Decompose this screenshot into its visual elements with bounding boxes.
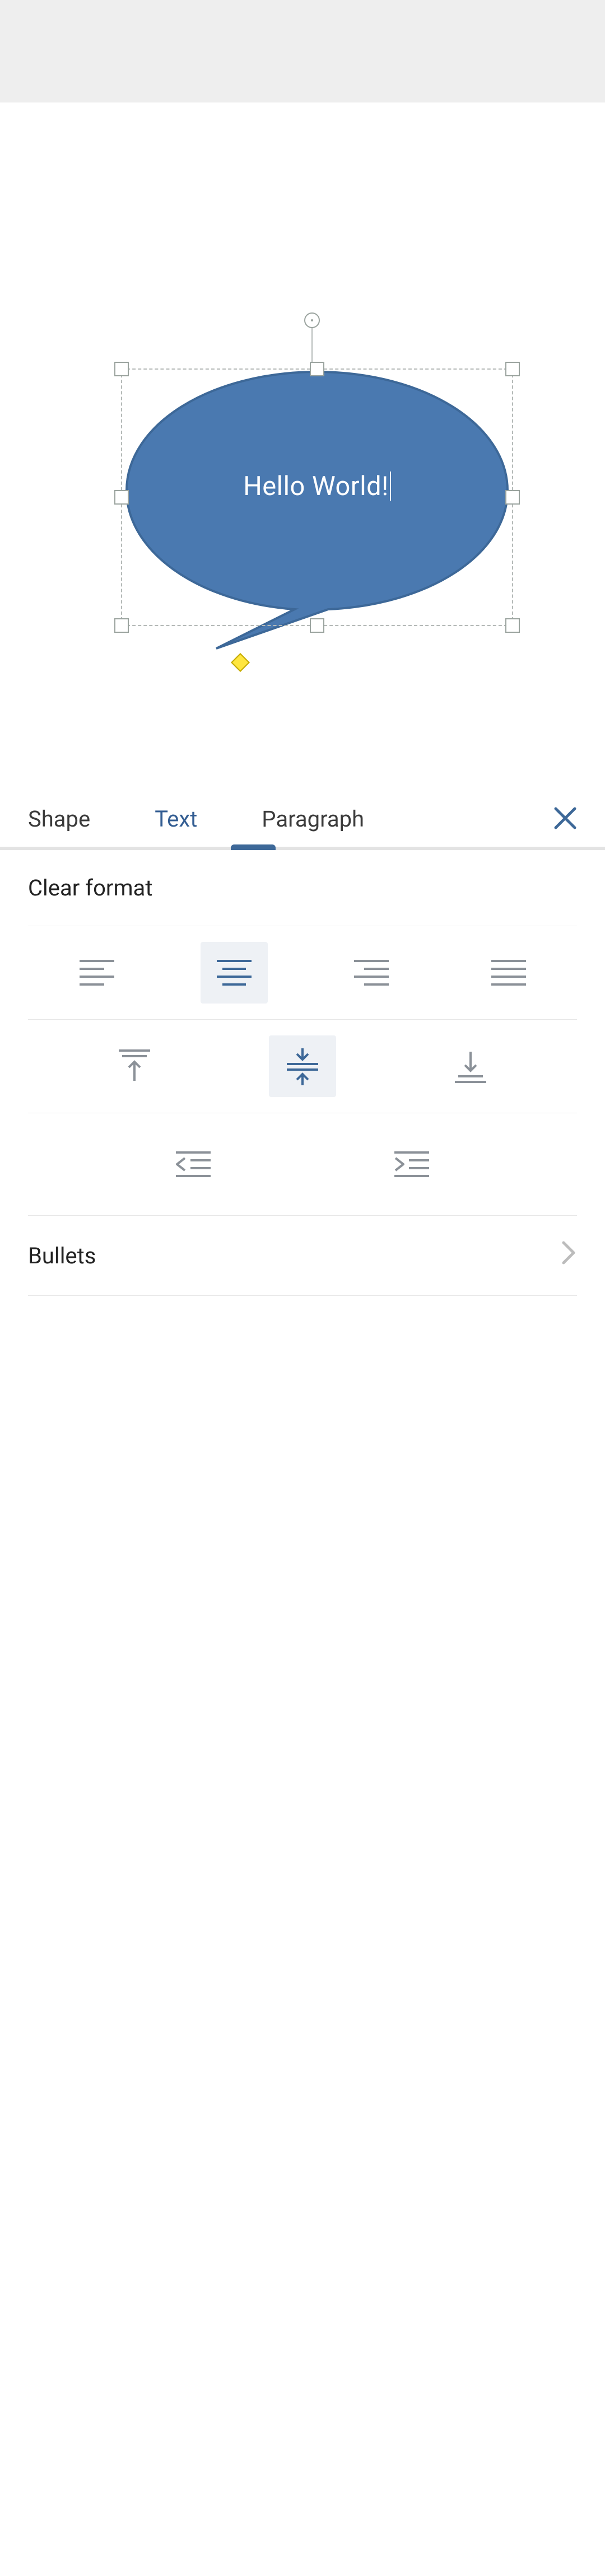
decrease-indent-icon: [176, 1150, 211, 1178]
align-justify-button[interactable]: [475, 942, 542, 1004]
valign-bottom-icon: [455, 1048, 486, 1084]
align-left-button[interactable]: [63, 942, 131, 1004]
chevron-right-icon: [561, 1240, 577, 1271]
resize-handle-middle-left[interactable]: [114, 490, 129, 505]
clear-format-button[interactable]: Clear format: [28, 850, 577, 926]
tab-paragraph[interactable]: Paragraph: [262, 806, 364, 832]
bullets-label: Bullets: [28, 1243, 96, 1269]
align-justify-icon: [491, 959, 526, 987]
bullets-button[interactable]: Bullets: [28, 1216, 577, 1296]
align-center-icon: [217, 959, 252, 987]
rotation-connector: [311, 328, 313, 366]
resize-handle-top-left[interactable]: [114, 362, 129, 376]
valign-bottom-button[interactable]: [437, 1035, 504, 1097]
rotation-handle[interactable]: [304, 312, 320, 328]
resize-handle-bottom-left[interactable]: [114, 618, 129, 633]
decrease-indent-button[interactable]: [160, 1133, 227, 1195]
align-right-button[interactable]: [338, 942, 405, 1004]
editor-canvas[interactable]: Hello World!: [0, 102, 605, 791]
align-center-button[interactable]: [201, 942, 268, 1004]
top-bar: [0, 0, 605, 102]
align-right-icon: [354, 959, 389, 987]
bottom-fill: [0, 1296, 605, 2576]
resize-handle-middle-right[interactable]: [505, 490, 520, 505]
increase-indent-icon: [394, 1150, 429, 1178]
rotation-handle-icon: [304, 312, 320, 328]
resize-handle-bottom-right[interactable]: [505, 618, 520, 633]
valign-top-icon: [119, 1048, 150, 1084]
align-left-icon: [80, 959, 114, 987]
horizontal-align-row: [28, 926, 577, 1020]
resize-handle-top-right[interactable]: [505, 362, 520, 376]
tab-shape[interactable]: Shape: [28, 806, 90, 832]
text-format-panel: Clear format: [0, 850, 605, 1296]
format-tabs: Shape Text Paragraph: [0, 791, 605, 850]
vertical-align-row: [28, 1020, 577, 1113]
valign-middle-button[interactable]: [269, 1035, 336, 1097]
tab-text[interactable]: Text: [155, 806, 197, 832]
valign-top-button[interactable]: [101, 1035, 168, 1097]
valign-middle-icon: [287, 1047, 318, 1085]
selection-bounding-box: [121, 368, 513, 626]
close-panel-button[interactable]: [552, 805, 578, 833]
increase-indent-button[interactable]: [378, 1133, 445, 1195]
shape-adjust-handle[interactable]: [231, 653, 250, 672]
resize-handle-bottom-middle[interactable]: [310, 618, 324, 633]
close-icon: [552, 805, 578, 831]
indent-row: [28, 1113, 577, 1216]
active-tab-indicator: [231, 844, 276, 850]
resize-handle-top-middle[interactable]: [310, 362, 324, 376]
